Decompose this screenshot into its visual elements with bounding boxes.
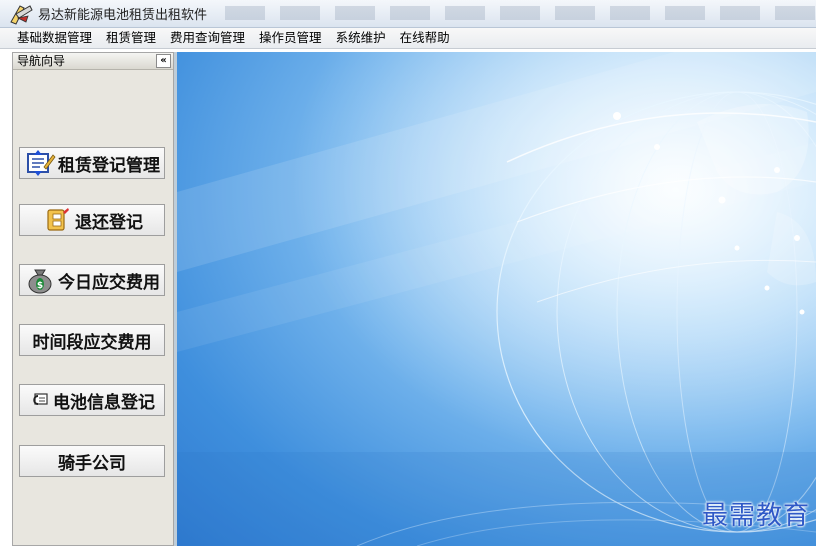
nav-button-today-fees[interactable]: $ 今日应交费用 [19,264,165,296]
title-bar: 易达新能源电池租赁出租软件 [0,0,816,28]
nav-panel: 导航向导 « 租赁登记管理 退还登记 $ 今日应交费用 时间段应交费用 电池信息… [12,52,174,546]
nav-header: 导航向导 « [13,53,173,70]
nav-button-return-register[interactable]: 退还登记 [19,204,165,236]
collapse-button[interactable]: « [156,54,171,68]
nav-button-lease-register[interactable]: 租赁登记管理 [19,147,165,179]
battery-info-icon [33,393,48,405]
menu-lease[interactable]: 租赁管理 [99,28,163,48]
nav-button-label: 骑手公司 [58,453,126,474]
nav-button-label: 退还登记 [75,212,143,233]
nav-button-rider-company[interactable]: 骑手公司 [19,445,165,477]
nav-button-label: 租赁登记管理 [58,155,160,176]
watermark-text: 最需教育 [701,501,810,531]
nav-button-label: 时间段应交费用 [32,332,152,353]
register-icon [27,150,56,176]
nav-button-label: 今日应交费用 [58,272,160,293]
nav-button-battery-register[interactable]: 电池信息登记 [19,384,165,416]
menu-fee-query[interactable]: 费用查询管理 [163,28,252,48]
menu-operator[interactable]: 操作员管理 [252,28,329,48]
menu-bar: 基础数据管理 租赁管理 费用查询管理 操作员管理 系统维护 在线帮助 [0,28,816,49]
menu-help[interactable]: 在线帮助 [393,28,457,48]
app-pencil-icon [10,4,33,25]
window-title: 易达新能源电池租赁出租软件 [38,8,208,23]
menu-system[interactable]: 系统维护 [329,28,393,48]
title-background-blur [225,6,815,20]
nav-button-label: 电池信息登记 [53,392,155,413]
main-background: 最需教育 [177,52,816,546]
money-bag-icon: $ [28,269,52,294]
folder-return-icon [47,208,69,231]
nav-button-period-fees[interactable]: 时间段应交费用 [19,324,165,356]
nav-title: 导航向导 [17,54,66,68]
menu-basic-data[interactable]: 基础数据管理 [10,28,99,48]
svg-text:$: $ [37,281,43,291]
globe-background-graphic [177,52,816,546]
